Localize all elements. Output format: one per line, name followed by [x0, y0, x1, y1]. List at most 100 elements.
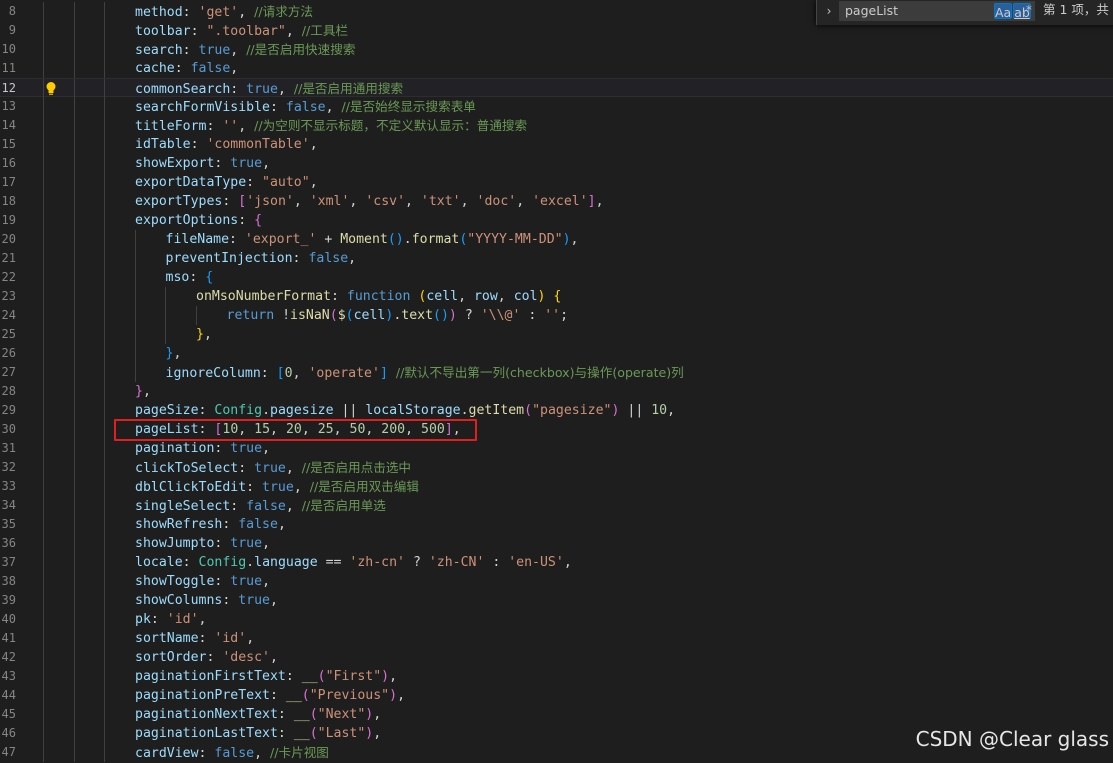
code-line[interactable]: 31 pagination: true, — [0, 439, 1113, 458]
indent-guide — [104, 21, 105, 40]
token-string: 'operate' — [308, 366, 380, 381]
token-p: : — [229, 232, 245, 247]
code-line[interactable]: 35 showRefresh: false, — [0, 515, 1113, 534]
code-line[interactable]: 13 searchFormVisible: false, //是否始终显示搜索表单 — [0, 97, 1113, 116]
code-line[interactable]: 21 preventInjection: false, — [0, 249, 1113, 268]
indent-guide — [43, 724, 44, 743]
token-property: cell — [353, 308, 386, 323]
lightbulb-icon[interactable] — [44, 81, 58, 96]
code-line[interactable]: 34 singleSelect: false, //是否启用单选 — [0, 496, 1113, 515]
code-line[interactable]: 37 locale: Config.language == 'zh-cn' ? '… — [0, 553, 1113, 572]
code-line[interactable]: 43 paginationFirstText: __("First"), — [0, 667, 1113, 686]
code-text: }, — [135, 382, 151, 401]
token-p: : — [182, 555, 199, 570]
indent-guide — [43, 420, 44, 439]
token-p: , — [293, 194, 310, 209]
indent-guide — [165, 306, 166, 325]
line-number: 16 — [1, 156, 16, 170]
find-input[interactable]: pageList Aa ab — [839, 1, 1035, 21]
code-line[interactable]: 41 sortName: 'id', — [0, 629, 1113, 648]
code-editor[interactable]: 8 method: 'get', //请求方法 9 toolbar: ".toolba… — [0, 0, 1113, 762]
code-line[interactable]: 14 titleForm: '', //为空则不显示标题，不定义默认显示：普通搜索 — [0, 116, 1113, 135]
token-p: , — [238, 119, 255, 134]
line-number: 20 — [1, 232, 16, 246]
token-property: locale — [135, 555, 183, 570]
code-line[interactable]: 22 mso: { — [0, 268, 1113, 287]
indent-guide — [73, 306, 75, 325]
token-string: "Next" — [317, 707, 366, 722]
token-p: : — [189, 270, 206, 285]
code-line[interactable]: 19 exportOptions: { — [0, 211, 1113, 230]
code-line[interactable]: 24 return !isNaN($(cell).text()) ? '\\@' … — [0, 306, 1113, 325]
code-line[interactable]: 45 paginationNextText: __("Next"), — [0, 705, 1113, 724]
indent-guide — [104, 173, 105, 192]
line-number: 40 — [1, 612, 16, 626]
match-count: 第 1 项，共 1 项 — [1043, 2, 1113, 17]
token-p: : — [190, 137, 207, 152]
code-line[interactable]: 27 ignoreColumn: [0, 'operate'] //默认不导出第一… — [0, 363, 1113, 382]
indent-guide — [73, 363, 75, 382]
token-bracket2: [ — [238, 194, 247, 209]
token-keyword: true — [198, 43, 231, 58]
token-function: $ — [337, 308, 346, 323]
token-property: commonSearch — [135, 82, 231, 97]
indent-guide — [43, 686, 44, 705]
code-line[interactable]: 32 clickToSelect: true, //是否启用点击选中 — [0, 458, 1113, 477]
line-number: 36 — [1, 536, 16, 550]
code-text: showJumpto: true, — [135, 534, 270, 553]
token-comment: //是否启用单选 — [301, 498, 386, 513]
code-text: paginationFirstText: __("First"), — [135, 667, 397, 686]
token-p: : — [182, 43, 199, 58]
token-property: localStorage — [365, 403, 461, 418]
line-number: 44 — [1, 688, 16, 702]
toggle-replace-chevron-icon[interactable]: › — [821, 2, 837, 20]
token-p: , — [570, 232, 579, 247]
token-p: , — [348, 251, 357, 266]
token-string: 'en-US' — [508, 555, 564, 570]
token-p: : — [230, 499, 247, 514]
code-line[interactable]: 40 pk: 'id', — [0, 610, 1113, 629]
token-string: '' — [544, 308, 561, 323]
token-bracket2: ( — [317, 669, 326, 684]
code-line[interactable]: 33 dblClickToEdit: true, //是否启用双击编辑 — [0, 477, 1113, 496]
code-line[interactable]: 42 sortOrder: 'desc', — [0, 648, 1113, 667]
code-line[interactable]: 17 exportDataType: "auto", — [0, 173, 1113, 192]
regex-button[interactable]: .* — [1018, 2, 1036, 18]
indent-guide — [73, 401, 75, 420]
code-line[interactable]: 28}, — [0, 382, 1113, 401]
token-p: , — [262, 536, 271, 551]
code-line[interactable]: 12 commonSearch: true, //是否启用通用搜索 — [0, 78, 1113, 98]
token-property: cache — [135, 61, 175, 76]
token-keyword: true — [230, 536, 263, 551]
code-line[interactable]: 10 search: true, //是否启用快速搜索 — [0, 40, 1113, 59]
code-line[interactable]: 18 exportTypes: ['json', 'xml', 'csv', 't… — [0, 192, 1113, 211]
token-property: method — [135, 5, 183, 20]
token-bracket1: } — [196, 327, 204, 342]
code-line[interactable]: 20 fileName: 'export_' + Moment().format(… — [0, 230, 1113, 249]
code-line[interactable]: 36 showJumpto: true, — [0, 534, 1113, 553]
code-line[interactable]: 15 idTable: 'commonTable', — [0, 135, 1113, 154]
code-line[interactable]: 23 onMsoNumberFormat: function (cell, row… — [0, 287, 1113, 306]
code-line[interactable]: 11 cache: false, — [0, 59, 1113, 78]
code-line[interactable]: 26}, — [0, 344, 1113, 363]
code-line[interactable]: 39 showColumns: true, — [0, 591, 1113, 610]
indent-guide — [73, 553, 75, 572]
token-p: , — [563, 555, 572, 570]
token-function: __ — [293, 707, 310, 722]
indent-guide — [104, 591, 105, 610]
code-line[interactable]: 29 pageSize: Config.pagesize || localStor… — [0, 401, 1113, 420]
code-line[interactable]: 16 showExport: true, — [0, 154, 1113, 173]
code-line[interactable]: 44 paginationPreText: __("Previous"), — [0, 686, 1113, 705]
code-line[interactable]: 38 showToggle: true, — [0, 572, 1113, 591]
indent-guide — [104, 325, 105, 344]
indent-guide — [104, 306, 105, 325]
token-bracket3: { — [205, 270, 214, 285]
code-line[interactable]: 25}, — [0, 325, 1113, 344]
indent-guide — [73, 230, 75, 249]
indent-guide — [43, 154, 44, 173]
token-p: , — [262, 156, 271, 171]
match-case-button[interactable]: Aa — [994, 3, 1012, 20]
token-string: '' — [222, 119, 239, 134]
watermark: CSDN @Clear glass — [915, 727, 1109, 751]
token-p: : — [246, 175, 263, 190]
